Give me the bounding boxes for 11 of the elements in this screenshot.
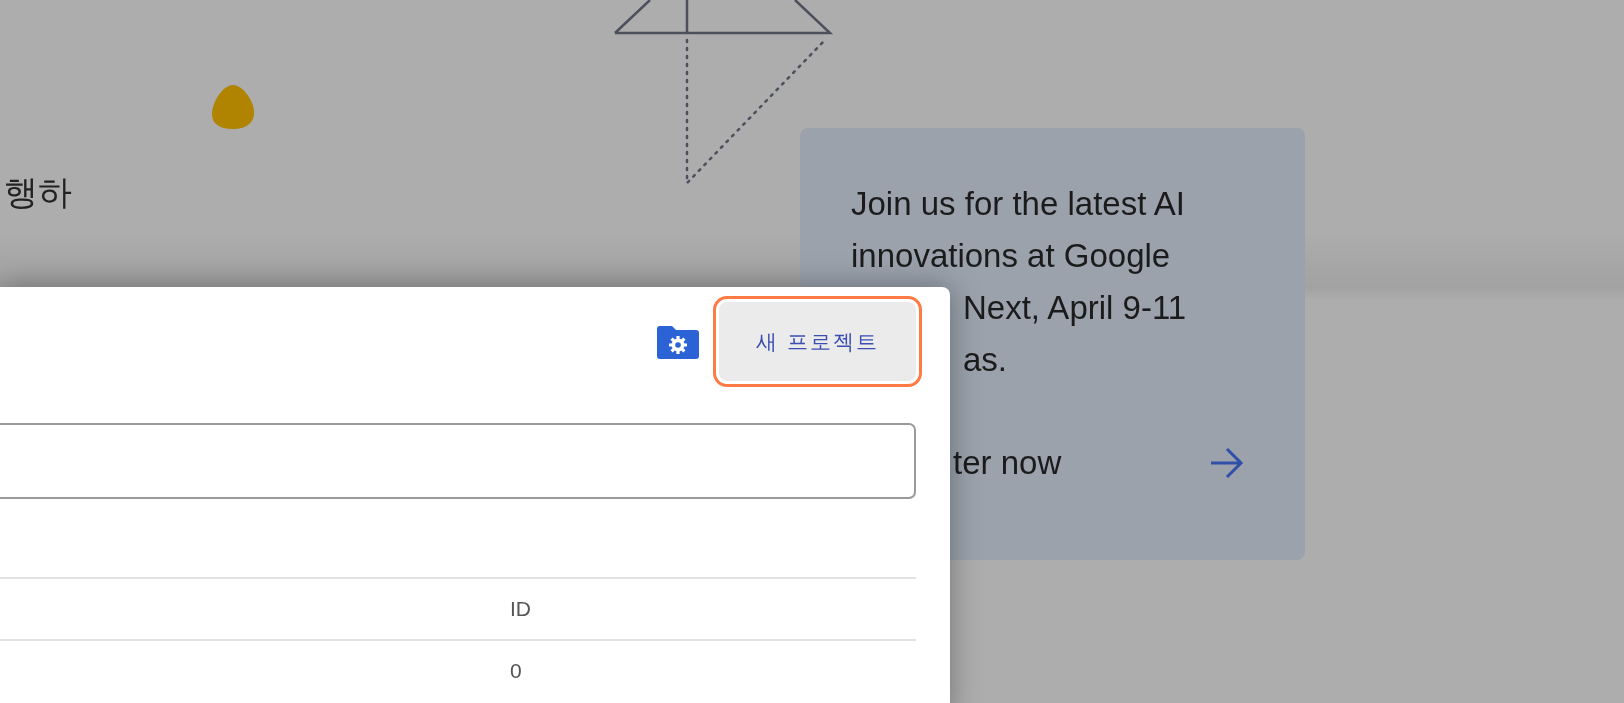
blob-shape (210, 84, 256, 130)
column-header: ID (510, 597, 531, 620)
register-link[interactable]: ter now (953, 444, 1062, 482)
folder-gear-icon[interactable] (657, 324, 699, 359)
arrow-right-icon[interactable] (1209, 446, 1246, 480)
promo-text: Next, April 9-11 (962, 288, 1188, 328)
heading-text: 행하 (4, 171, 72, 214)
promo-text: Join us for the latest AI (851, 184, 1186, 224)
search-field[interactable] (0, 423, 916, 499)
table-cell: 0 (510, 659, 522, 682)
promo-text: innovations at Google (851, 236, 1172, 276)
